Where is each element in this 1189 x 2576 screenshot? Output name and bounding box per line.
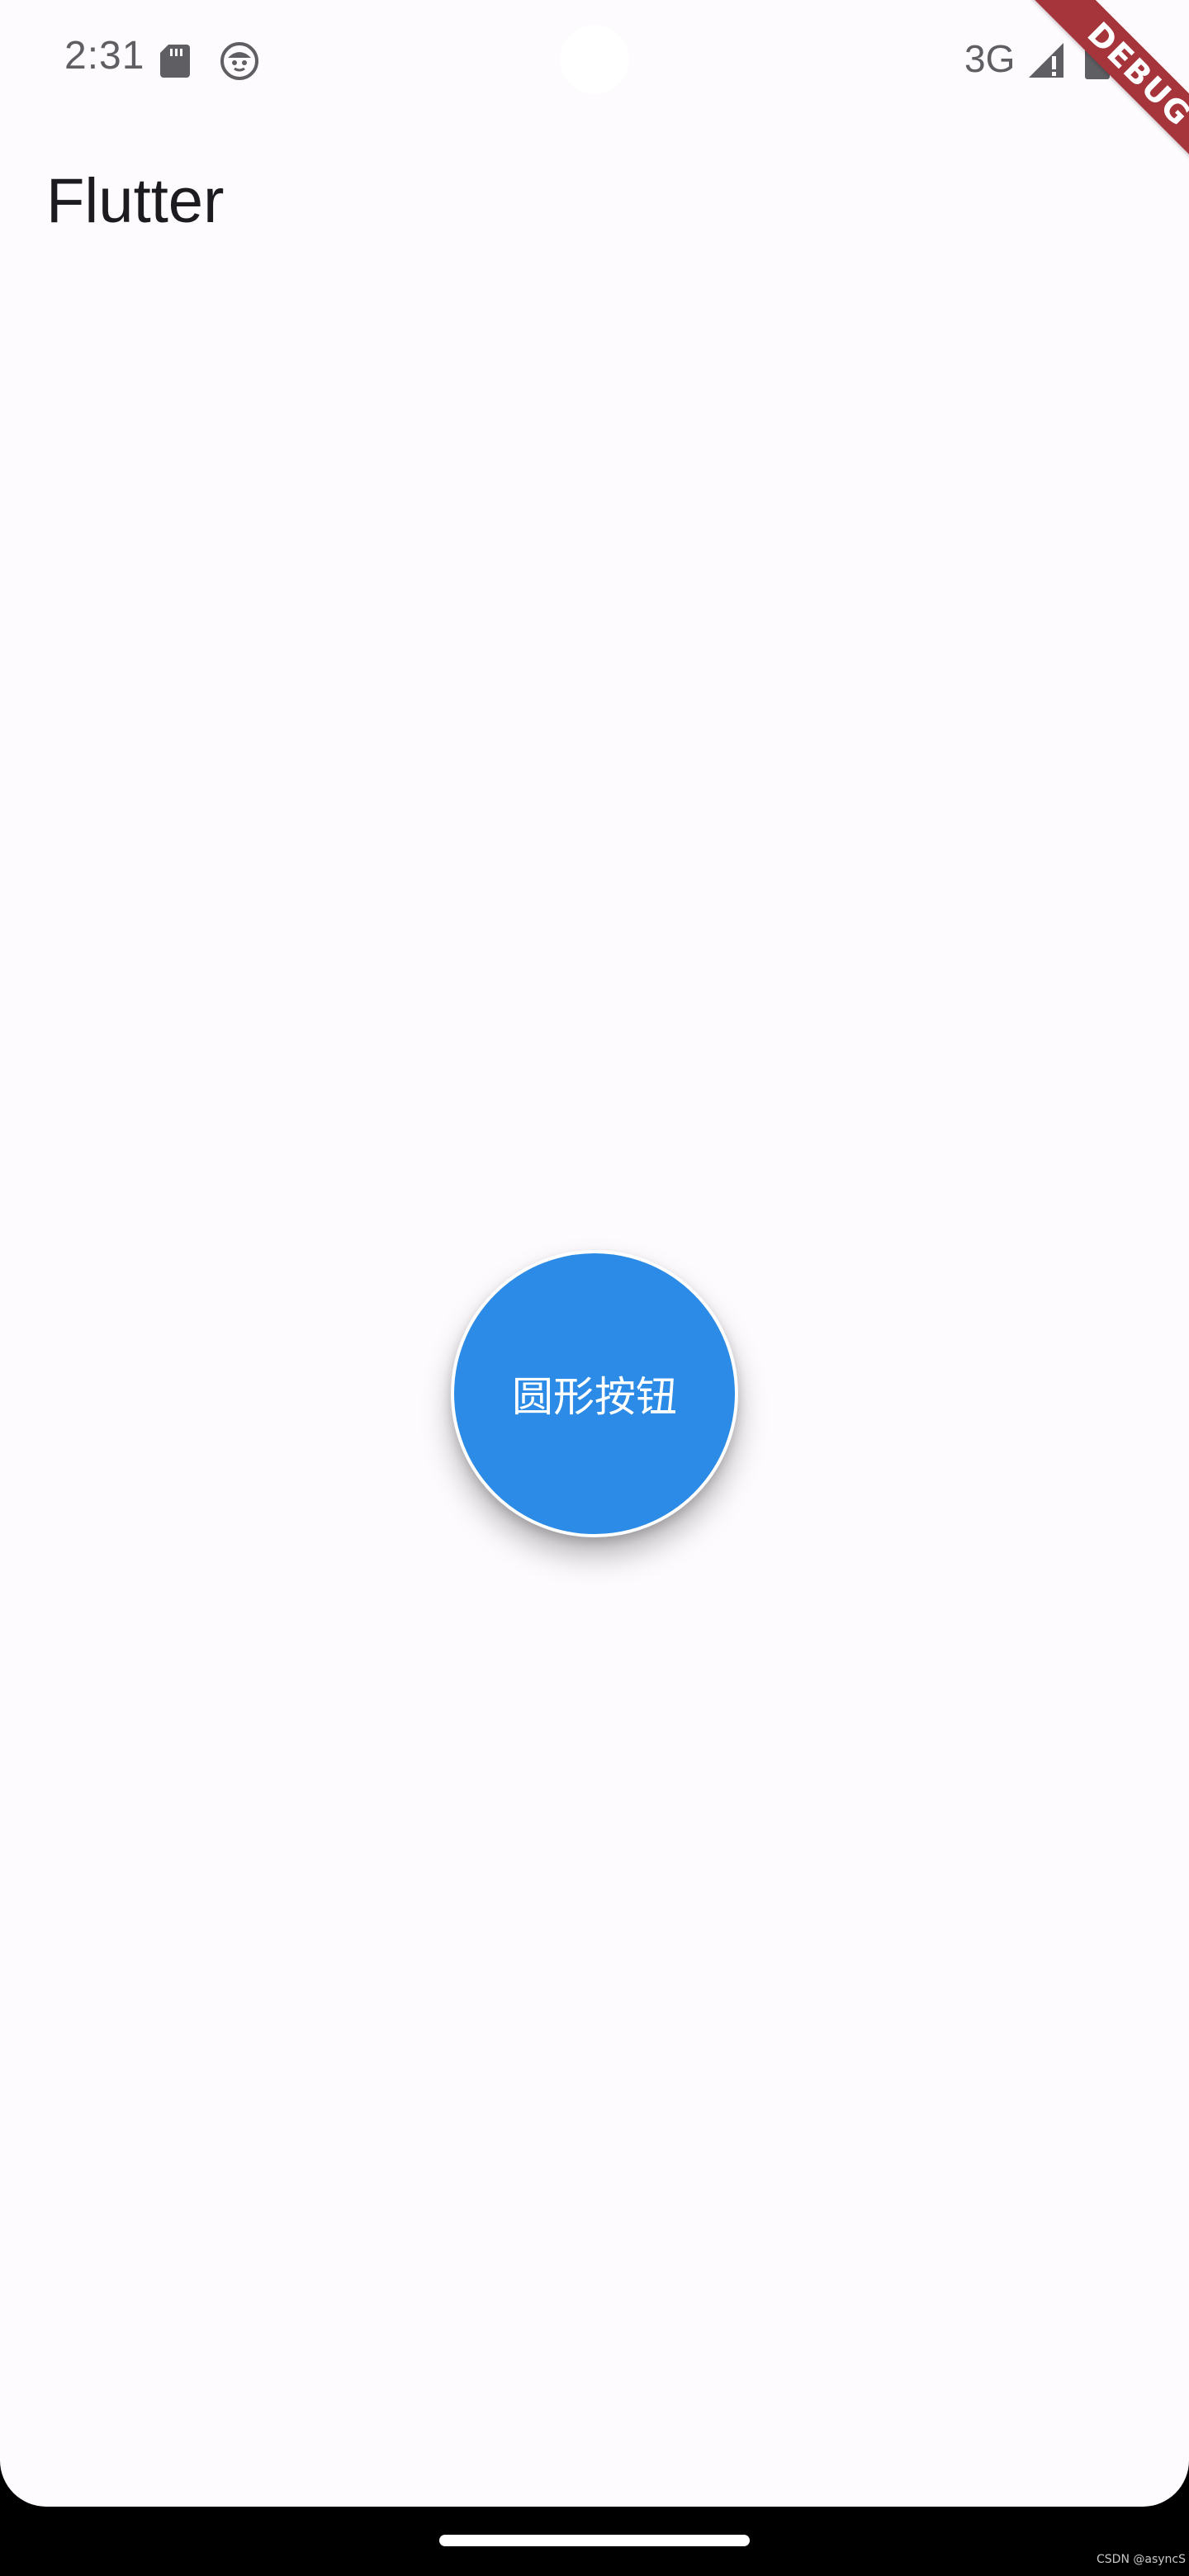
camera-cutout xyxy=(560,25,629,94)
page-title: Flutter xyxy=(46,166,225,236)
status-bar: 2:31 3G xyxy=(0,0,1189,119)
app-screen: 2:31 3G DEBUG Flutter 圆形按钮 xyxy=(0,0,1189,2507)
circle-button[interactable]: 圆形按钮 xyxy=(451,1250,738,1537)
face-notification-icon xyxy=(220,41,259,81)
watermark: CSDN @asyncS xyxy=(1097,2553,1186,2566)
app-bar: Flutter xyxy=(0,119,1189,277)
network-type-label: 3G xyxy=(964,37,1016,80)
circle-button-label: 圆形按钮 xyxy=(512,1373,677,1421)
signal-icon xyxy=(1027,41,1065,79)
home-indicator[interactable] xyxy=(439,2535,750,2546)
status-time: 2:31 xyxy=(64,34,145,78)
sd-card-icon xyxy=(159,43,192,79)
